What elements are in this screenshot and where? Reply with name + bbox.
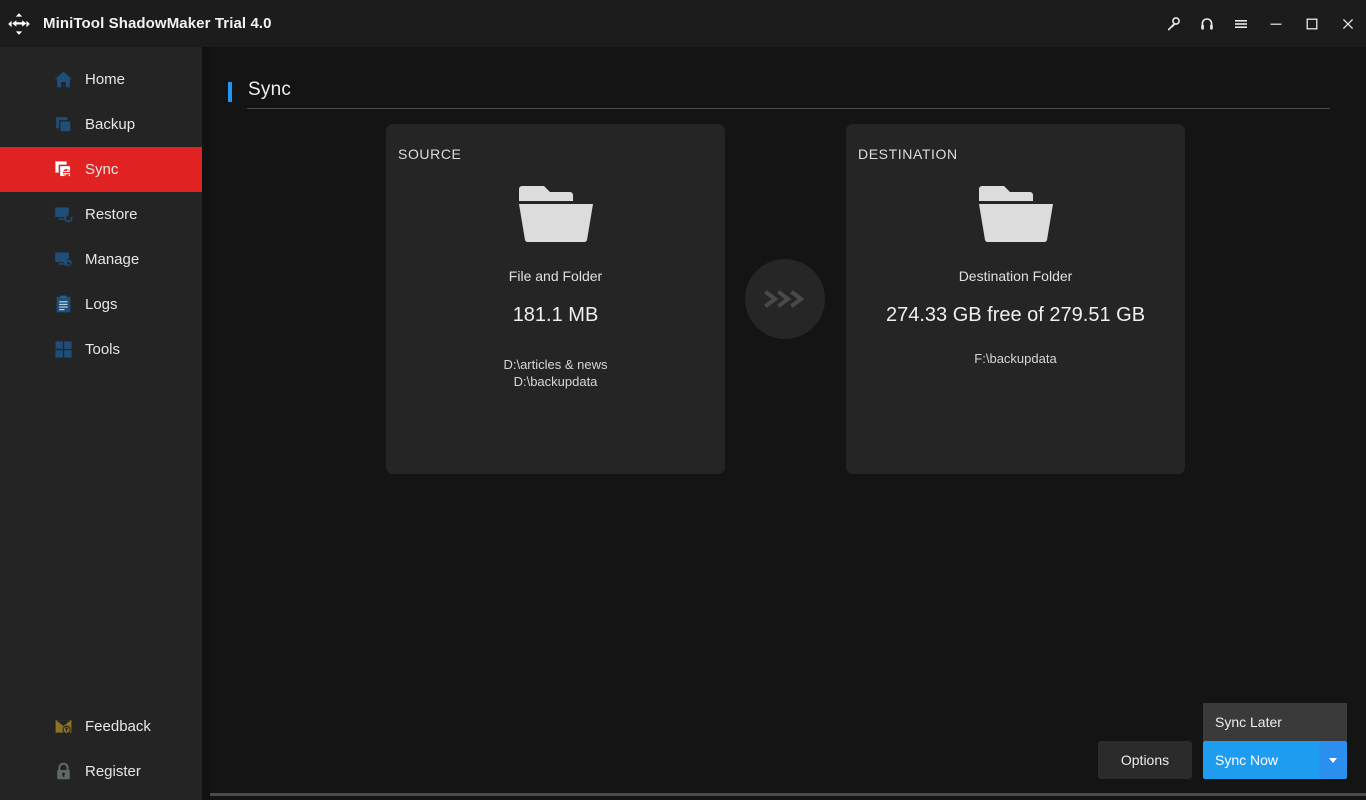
page-header: Sync [228,79,1330,111]
register-lock-icon [52,761,74,783]
restore-monitor-icon [52,204,74,226]
app-brand: MiniTool ShadowMaker Trial 4.0 [0,10,272,38]
destination-size-label: 274.33 GB free of 279.51 GB [885,304,1146,326]
page-title-accent [228,82,232,102]
sidebar-item-feedback[interactable]: Feedback [0,704,202,749]
sidebar: Home Backup Sync Restore Manage Logs Too… [0,47,202,800]
destination-path: F:\backupdata [974,351,1057,366]
source-path: D:\backupdata [513,374,598,389]
folder-icon [386,179,725,245]
sync-later-menu-item[interactable]: Sync Later [1203,703,1347,741]
sidebar-item-tools[interactable]: Tools [0,327,202,372]
headset-icon[interactable] [1190,0,1224,47]
logs-clipboard-icon [52,294,74,316]
status-bar [210,793,1366,800]
options-button[interactable]: Options [1098,741,1192,779]
source-type-label: File and Folder [508,268,603,284]
sync-now-button-label: Sync Now [1215,752,1279,768]
sync-now-button-group: Sync Now [1203,741,1347,779]
minimize-icon[interactable] [1258,0,1294,47]
sidebar-item-label: Manage [85,251,140,268]
feedback-envelope-icon [52,716,74,738]
title-bar: MiniTool ShadowMaker Trial 4.0 [0,0,1366,47]
sidebar-item-label: Feedback [85,718,151,735]
caret-triangle [1329,757,1337,763]
destination-panel-label: DESTINATION [858,146,958,162]
sidebar-item-label: Logs [85,296,118,313]
key-icon[interactable] [1156,0,1190,47]
source-paths: D:\articles & news D:\backupdata [386,356,725,390]
sidebar-item-restore[interactable]: Restore [0,192,202,237]
sync-folders-icon [52,159,74,181]
hamburger-icon[interactable] [1224,0,1258,47]
chevron-down-icon[interactable] [1319,741,1347,779]
status-bar-fill [210,796,1366,800]
main-content: Sync SOURCE File and Folder 181.1 MB D:\… [210,47,1366,793]
sidebar-item-label: Register [85,763,141,780]
sidebar-item-label: Backup [85,116,136,133]
sidebar-item-label: Tools [85,341,121,358]
source-path: D:\articles & news [503,357,608,372]
source-size-label: 181.1 MB [512,304,599,326]
source-panel[interactable]: SOURCE File and Folder 181.1 MB D:\artic… [386,124,725,474]
sync-now-button[interactable]: Sync Now [1203,741,1319,779]
sidebar-item-label: Restore [85,206,138,223]
sidebar-item-home[interactable]: Home [0,57,202,102]
folder-icon [846,179,1185,245]
destination-paths: F:\backupdata [846,350,1185,367]
triple-chevron-right-icon [745,259,825,339]
sidebar-item-label: Sync [85,161,119,178]
sidebar-item-register[interactable]: Register [0,749,202,794]
sidebar-primary-nav: Home Backup Sync Restore Manage Logs Too… [0,47,202,372]
sync-later-label: Sync Later [1215,714,1282,730]
source-panel-label: SOURCE [398,146,462,162]
sidebar-secondary-nav: Feedback Register [0,704,202,794]
destination-panel[interactable]: DESTINATION Destination Folder 274.33 GB… [846,124,1185,474]
app-title: MiniTool ShadowMaker Trial 4.0 [43,15,272,32]
manage-gear-icon [52,249,74,271]
home-icon [52,69,74,91]
sidebar-item-logs[interactable]: Logs [0,282,202,327]
page-title: Sync [248,79,292,100]
page-header-divider [247,108,1330,109]
sidebar-item-backup[interactable]: Backup [0,102,202,147]
sidebar-item-label: Home [85,71,126,88]
app-window: MiniTool ShadowMaker Trial 4.0 Home Back… [0,0,1366,800]
backup-copy-icon [52,114,74,136]
sidebar-divider [202,47,210,800]
refresh-circular-arrows-icon [5,10,33,38]
sidebar-item-sync[interactable]: Sync [0,147,202,192]
window-controls [1156,0,1366,47]
destination-type-label: Destination Folder [958,268,1073,284]
close-icon[interactable] [1330,0,1366,47]
options-button-label: Options [1120,752,1170,768]
maximize-icon[interactable] [1294,0,1330,47]
tools-grid-icon [52,339,74,361]
sidebar-item-manage[interactable]: Manage [0,237,202,282]
